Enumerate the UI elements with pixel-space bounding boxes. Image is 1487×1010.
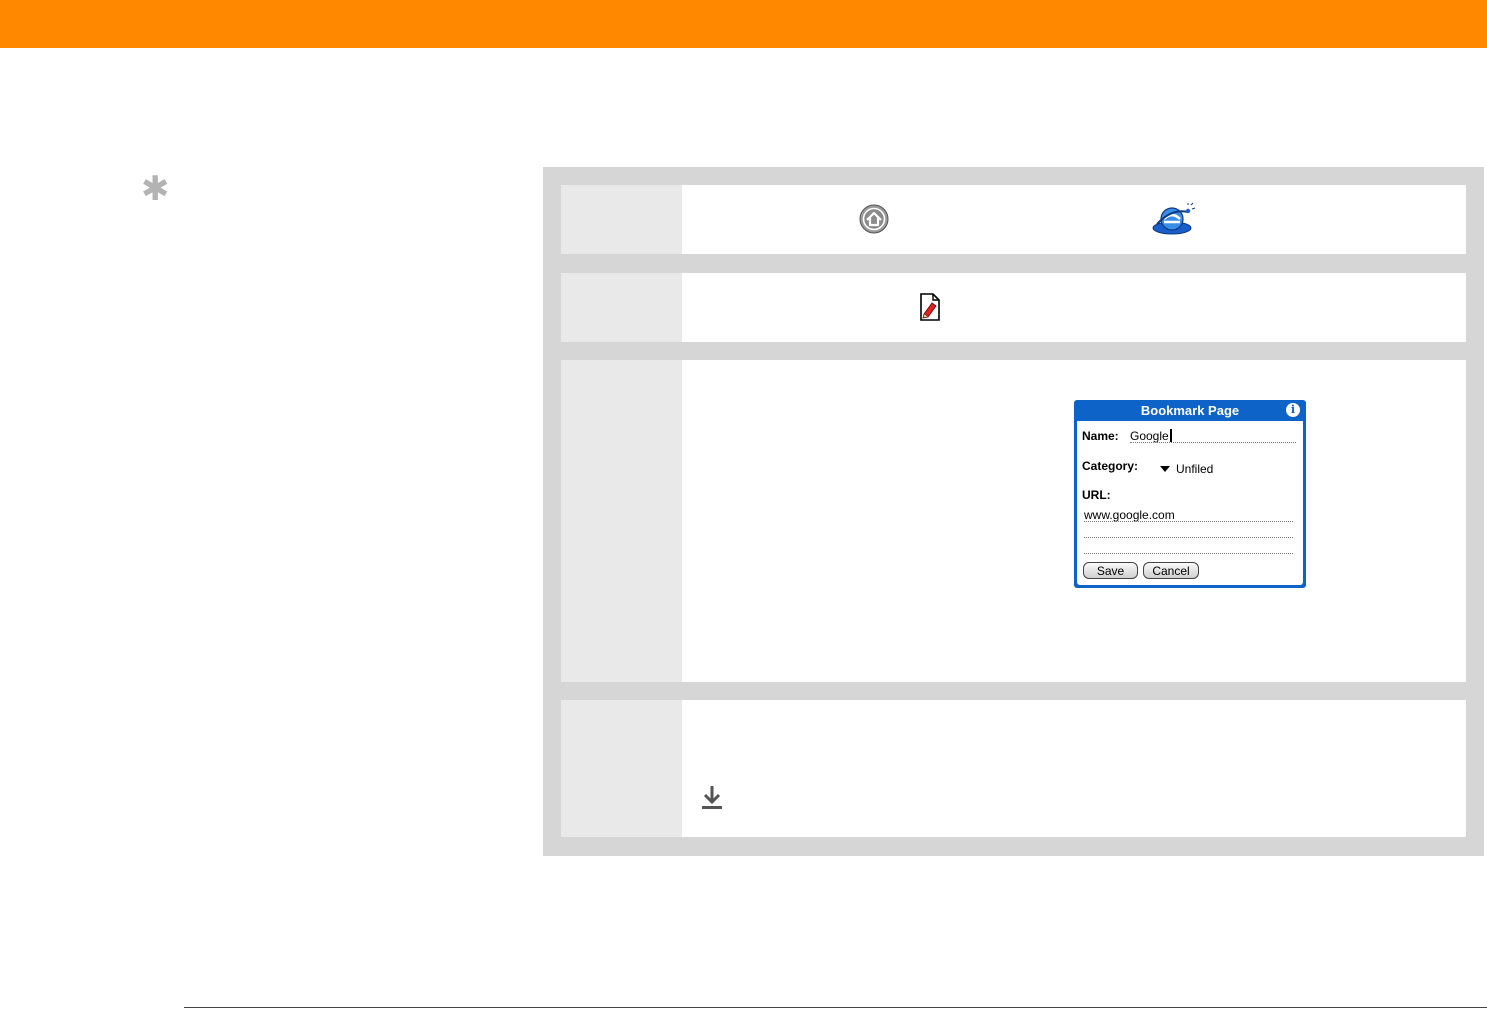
name-field[interactable]: Google <box>1130 429 1172 443</box>
url-label: URL: <box>1082 488 1111 502</box>
header-bar <box>0 0 1487 48</box>
step-number-cell <box>561 185 682 254</box>
url-field[interactable]: www.google.com <box>1084 508 1175 522</box>
save-button[interactable]: Save <box>1083 562 1138 579</box>
category-value[interactable]: Unfiled <box>1176 462 1213 476</box>
steps-panel: Bookmark Page i Name: Google Category: U… <box>543 167 1484 856</box>
info-icon[interactable]: i <box>1286 403 1300 417</box>
name-label: Name: <box>1082 429 1119 443</box>
home-icon <box>859 204 889 234</box>
step-body <box>682 273 1466 342</box>
step-1 <box>561 185 1466 254</box>
text-cursor <box>1169 429 1172 442</box>
step-number-cell <box>561 700 682 837</box>
step-4 <box>561 700 1466 837</box>
asterisk-icon: ✱ <box>141 169 170 209</box>
step-body <box>682 185 1466 254</box>
bookmark-page-icon <box>920 293 940 321</box>
name-underline <box>1130 442 1296 443</box>
name-value: Google <box>1130 429 1169 443</box>
footer-divider <box>184 1007 1487 1008</box>
step-body <box>682 700 1466 837</box>
bookmark-page-dialog: Bookmark Page i Name: Google Category: U… <box>1074 400 1306 588</box>
step-number-cell <box>561 273 682 342</box>
step-2 <box>561 273 1466 342</box>
step-3: Bookmark Page i Name: Google Category: U… <box>561 360 1466 682</box>
dialog-content: Name: Google Category: Unfiled URL: www.… <box>1077 421 1303 585</box>
step-number-cell <box>561 360 682 682</box>
web-browser-icon <box>1152 202 1196 235</box>
dialog-title: Bookmark Page <box>1140 403 1240 418</box>
cancel-button[interactable]: Cancel <box>1143 562 1199 579</box>
url-line-3 <box>1084 553 1293 554</box>
category-label: Category: <box>1082 459 1139 473</box>
scroll-down-icon[interactable] <box>701 784 723 810</box>
category-dropdown-icon[interactable] <box>1160 466 1170 472</box>
step-body: Bookmark Page i Name: Google Category: U… <box>682 360 1466 682</box>
url-line-2 <box>1084 537 1293 538</box>
url-line-1 <box>1084 521 1293 522</box>
